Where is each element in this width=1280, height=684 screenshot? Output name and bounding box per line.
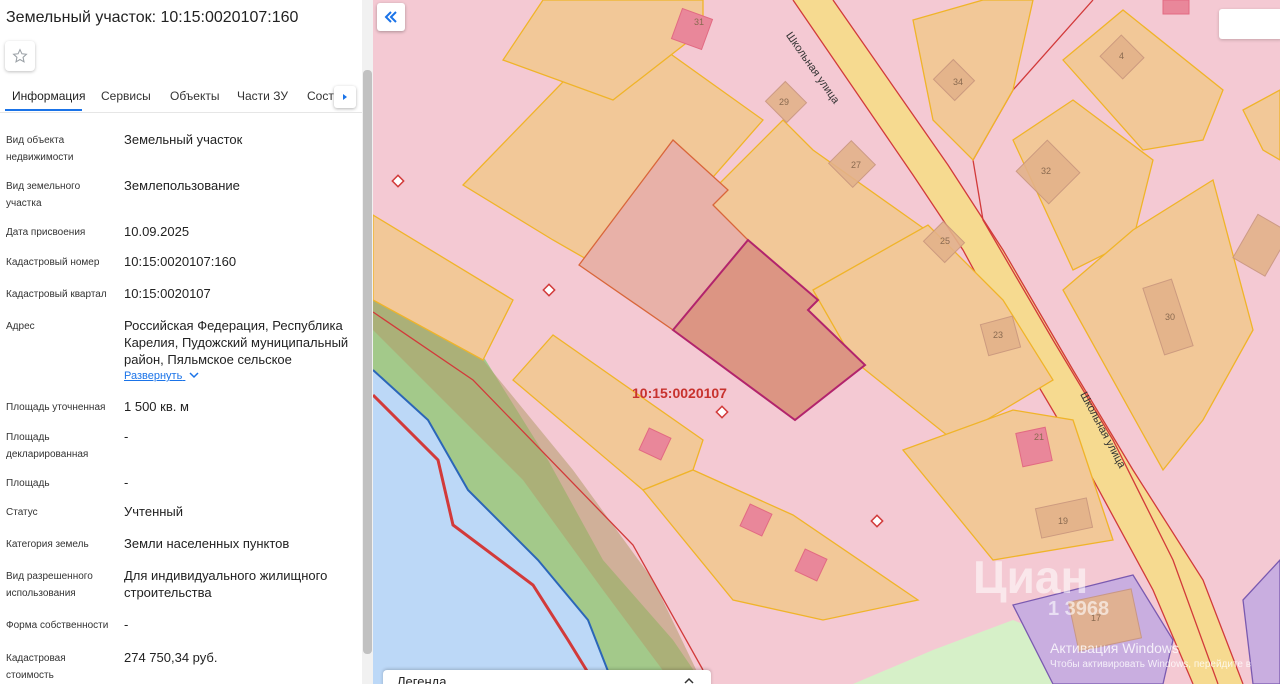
label-permitted-use: Вид разрешенного использования xyxy=(6,571,93,599)
label-area-specified: Площадь уточненная xyxy=(6,402,106,413)
panel-title: Земельный участок: 10:15:0020107:160 xyxy=(6,9,299,26)
scrollbar-thumb[interactable] xyxy=(363,70,372,654)
value-address: Российская Федерация, Республика Карелия… xyxy=(124,318,349,367)
label-land-category: Категория земель xyxy=(6,539,89,550)
watermark-id: 1 3968 xyxy=(1048,598,1110,620)
house-number-25: 25 xyxy=(940,236,951,246)
house-number-29: 29 xyxy=(779,97,790,107)
house-number-4: 4 xyxy=(1119,51,1125,61)
value-status: Учтенный xyxy=(124,504,184,519)
legend-label: Легенда xyxy=(397,674,447,684)
value-land-category: Земли населенных пунктов xyxy=(124,536,290,551)
value-assign-date: 10.09.2025 xyxy=(124,224,190,239)
quarter-label: 10:15:0020107 xyxy=(632,385,727,401)
chevron-down-icon xyxy=(189,372,199,379)
house-number-32: 32 xyxy=(1041,166,1052,176)
chevron-up-icon xyxy=(684,677,694,684)
double-chevron-left-icon xyxy=(384,11,397,23)
tab-bar: Информация Сервисы Объекты Части ЗУ Сост… xyxy=(0,86,362,113)
tab-objects[interactable]: Объекты xyxy=(170,89,220,103)
value-area-specified: 1 500 кв. м xyxy=(124,399,189,414)
label-cadastral-quarter: Кадастровый квартал xyxy=(6,289,107,300)
tabs-next-button[interactable] xyxy=(334,86,356,108)
label-object-type: Вид объекта недвижимости xyxy=(6,135,74,163)
value-object-type: Земельный участок xyxy=(124,132,243,147)
value-cadastral-value: 274 750,34 руб. xyxy=(124,650,218,665)
info-panel: Земельный участок: 10:15:0020107:160 Инф… xyxy=(0,0,362,684)
value-cadastral-number: 10:15:0020107:160 xyxy=(124,254,237,269)
legend-panel[interactable]: Легенда xyxy=(383,670,711,684)
label-cadastral-number: Кадастровый номер xyxy=(6,257,100,268)
house-number-21: 21 xyxy=(1034,432,1045,442)
map-canvas[interactable] xyxy=(373,0,1280,684)
cadastral-map[interactable]: 10:15:0020107 Школьная улица Школьная ул… xyxy=(373,0,1280,684)
value-permitted-use: Для индивидуального жилищного строительс… xyxy=(124,568,328,600)
activation-title: Активация Windows xyxy=(1050,640,1180,656)
activation-subtitle: Чтобы активировать Windows, перейдите в xyxy=(1050,659,1252,670)
collapse-panel-button[interactable] xyxy=(377,3,405,31)
label-assign-date: Дата присвоения xyxy=(6,227,86,238)
expand-label: Развернуть xyxy=(124,370,183,382)
value-area-declared: - xyxy=(124,429,129,444)
value-ownership: - xyxy=(124,617,129,632)
active-tab-indicator xyxy=(5,109,82,111)
value-area: - xyxy=(124,475,129,490)
chevron-right-icon xyxy=(343,94,347,100)
house-number-34: 34 xyxy=(953,77,964,87)
tab-info[interactable]: Информация xyxy=(12,89,85,103)
tab-parts[interactable]: Части ЗУ xyxy=(237,89,288,103)
value-cadastral-quarter: 10:15:0020107 xyxy=(124,286,211,301)
favorite-button[interactable] xyxy=(5,41,35,71)
house-number-27: 27 xyxy=(851,160,862,170)
house-number-31: 31 xyxy=(694,17,705,27)
label-status: Статус xyxy=(6,507,38,518)
label-address: Адрес xyxy=(6,321,35,332)
label-ownership: Форма собственности xyxy=(6,620,109,631)
house-number-19: 19 xyxy=(1058,516,1069,526)
label-area-declared: Площадь декларированная xyxy=(6,432,89,460)
house-number-30: 30 xyxy=(1165,312,1176,322)
house-number-23: 23 xyxy=(993,330,1004,340)
watermark-brand: Циан xyxy=(973,551,1089,603)
label-area: Площадь xyxy=(6,478,50,489)
star-icon xyxy=(12,48,28,63)
label-land-type: Вид земельного участка xyxy=(6,181,81,209)
building-north-east xyxy=(1162,0,1190,15)
label-cadastral-value: Кадастровая стоимость xyxy=(6,653,66,681)
tab-services[interactable]: Сервисы xyxy=(101,89,151,103)
panel-scrollbar[interactable] xyxy=(362,0,373,684)
expand-address-link[interactable]: Развернуть xyxy=(124,370,199,382)
value-land-type: Землепользование xyxy=(124,178,240,193)
map-search-box[interactable] xyxy=(1219,9,1280,39)
